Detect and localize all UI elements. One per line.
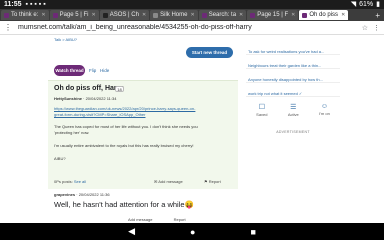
- battery-text: 61%: [359, 1, 374, 8]
- flip-link[interactable]: Flip: [89, 68, 96, 73]
- post-paragraph: I'm usually entire ambivalent to the roy…: [54, 143, 194, 148]
- im-on-shortcut[interactable]: ☺ I'm on: [319, 103, 330, 123]
- see-all-link[interactable]: See all: [74, 179, 86, 184]
- tab-label: Page 5 | Fi: [59, 12, 89, 18]
- message-count-badge: 18: [115, 86, 124, 92]
- status-time: 11:55: [4, 1, 22, 8]
- back-icon[interactable]: ◀: [128, 226, 135, 237]
- tab-favicon-icon: [153, 12, 159, 18]
- active-icon: ☰: [290, 104, 297, 111]
- post-author[interactable]: HettySunshine: [54, 96, 82, 101]
- post-author-line: grapevines · 20/04/2022 11:36: [54, 192, 110, 197]
- post-footer: Add message Report: [128, 217, 186, 222]
- report-link[interactable]: ⚑ Report: [204, 179, 221, 184]
- hide-link[interactable]: Hide: [100, 68, 109, 73]
- status-right: ◥ 61% ▮: [351, 0, 380, 9]
- tab-6[interactable]: Page 15 | F ✕: [247, 10, 299, 20]
- tab-1[interactable]: To think e: ✕: [1, 10, 49, 20]
- tab-label: Search: ta: [208, 12, 237, 18]
- close-icon[interactable]: ✕: [91, 10, 95, 20]
- chat-icon: ☺: [320, 103, 328, 110]
- post-date: · 20/04/2022 11:36: [76, 192, 110, 197]
- recents-icon[interactable]: ■: [250, 227, 255, 237]
- menu-icon[interactable]: ⋮: [373, 24, 380, 32]
- tab-label: Page 15 | F: [257, 12, 289, 18]
- post-author[interactable]: grapevines: [54, 192, 75, 197]
- add-message-link[interactable]: ✉ Add message: [154, 179, 183, 184]
- close-icon[interactable]: ✕: [341, 10, 345, 20]
- active-shortcut[interactable]: ☰ Active: [288, 103, 299, 123]
- home-icon[interactable]: ●: [190, 227, 195, 237]
- android-nav-bar: ◀ ● ■: [0, 223, 384, 240]
- sidebar-shortcuts: ☐ Saved ☰ Active ☺ I'm on: [246, 103, 340, 123]
- tab-favicon-icon: [250, 12, 256, 18]
- watch-thread-button[interactable]: Watch thread: [54, 65, 85, 76]
- reply-post: grapevines · 20/04/2022 11:36 Well, he h…: [48, 189, 238, 223]
- post-link[interactable]: https://www.theguardian.com/uk-news/2022…: [54, 106, 204, 118]
- sidebar-thread-link[interactable]: Neighbours treat their garden like a thi…: [246, 63, 340, 69]
- url-actions: ☆ ⋮: [362, 24, 380, 32]
- report-link[interactable]: Report: [174, 217, 186, 222]
- close-icon[interactable]: ✕: [239, 10, 243, 20]
- bookmark-icon: ☐: [258, 104, 265, 111]
- status-bar: 11:55 ▪ ▪ ▪ ▪ ▪ ◥ 61% ▮: [0, 0, 384, 9]
- sidebar-thread-link[interactable]: Anyone honestly disappointed by how th..…: [246, 77, 340, 83]
- tab-favicon-icon: [102, 12, 108, 18]
- saved-shortcut[interactable]: ☐ Saved: [256, 103, 267, 123]
- post-author-line: HettySunshine · 20/04/2022 11:34: [54, 96, 116, 101]
- page-content: Talk > AIBU? Start new thread Watch thre…: [0, 35, 384, 223]
- new-tab-icon[interactable]: +: [375, 11, 380, 20]
- post-date: · 20/04/2022 11:34: [83, 96, 117, 101]
- tab-label: Oh do piss: [309, 12, 339, 18]
- post-body: The Queen has coped for most of her life…: [54, 124, 214, 169]
- sidebar: To ask for weird realisations you've had…: [246, 35, 340, 223]
- battery-icon: ▮: [376, 1, 380, 8]
- tab-label: Silk Home: [160, 12, 188, 18]
- star-icon[interactable]: ☆: [362, 24, 368, 32]
- url-bar: ⋮ mumsnet.com/talk/am_i_being_unreasonab…: [0, 21, 384, 35]
- advertisement-label: ADVERTISEMENT: [276, 130, 310, 134]
- post-paragraph: AIBU?: [54, 156, 66, 161]
- tab-7-active[interactable]: Oh do piss ✕: [299, 10, 349, 20]
- breadcrumb[interactable]: Talk > AIBU?: [54, 37, 77, 42]
- post-paragraph: The Queen has coped for most of her life…: [54, 124, 198, 135]
- sidebar-thread-link[interactable]: work trip not what it seemed ✓: [246, 91, 340, 97]
- flag-icon: ⚑: [204, 179, 208, 184]
- url-field[interactable]: mumsnet.com/talk/am_i_being_unreasonable…: [18, 24, 252, 31]
- close-icon[interactable]: ✕: [41, 10, 45, 20]
- start-thread-button[interactable]: Start new thread: [186, 47, 233, 58]
- tab-2[interactable]: Page 5 | Fi ✕: [49, 10, 99, 20]
- close-icon[interactable]: ✕: [190, 10, 194, 20]
- close-icon[interactable]: ✕: [142, 10, 146, 20]
- tab-favicon-icon: [52, 12, 58, 18]
- sidebar-thread-link[interactable]: To ask for weird realisations you've had…: [246, 49, 340, 55]
- tab-label: ASOS | Ch: [109, 12, 139, 18]
- tab-favicon-icon: [201, 12, 207, 18]
- tab-3[interactable]: ASOS | Ch ✕: [99, 10, 150, 20]
- tab-favicon-icon: [302, 12, 308, 18]
- add-message-link[interactable]: Add message: [128, 217, 152, 222]
- speech-bubble-icon: ✉: [154, 179, 158, 184]
- notification-icons: ▪ ▪ ▪ ▪ ▪: [25, 1, 46, 8]
- post-body: Well, he hasn't had attention for a whil…: [54, 200, 194, 209]
- post-footer: 0Ps posts: See all ✉ Add message ⚑ Repor…: [54, 179, 234, 184]
- main-column: Talk > AIBU? Start new thread Watch thre…: [48, 35, 238, 223]
- tab-5[interactable]: Search: ta ✕: [198, 10, 247, 20]
- posts-label: 0Ps posts:: [54, 179, 73, 184]
- close-icon[interactable]: ✕: [291, 10, 295, 20]
- tab-strip: To think e: ✕ Page 5 | Fi ✕ ASOS | Ch ✕ …: [0, 9, 384, 21]
- more-icon[interactable]: ⋮: [4, 23, 14, 32]
- wifi-icon: ◥: [350, 1, 357, 8]
- tab-4[interactable]: Silk Home ✕: [150, 10, 198, 20]
- thread-title: Oh do piss off, Harry: [54, 85, 124, 92]
- tab-favicon-icon: [4, 12, 9, 18]
- tab-label: To think e:: [11, 12, 39, 18]
